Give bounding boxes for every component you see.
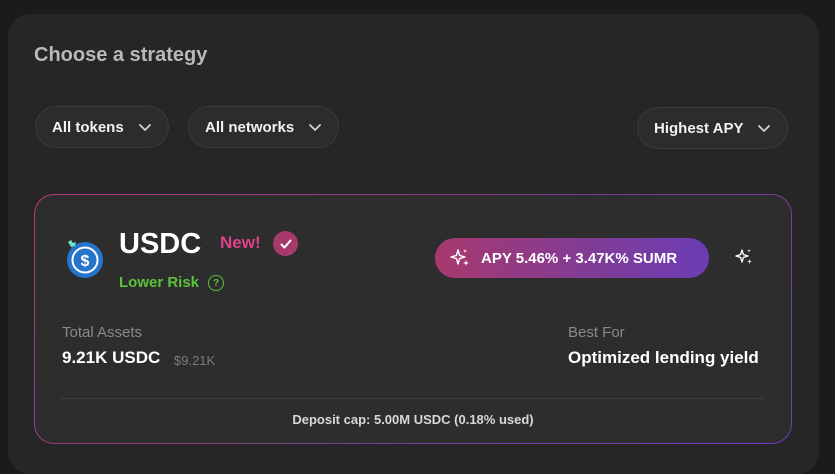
chevron-down-icon <box>758 125 771 132</box>
best-for-value: Optimized lending yield <box>568 348 759 367</box>
check-icon <box>273 231 298 256</box>
sort-label: Highest APY <box>654 119 744 137</box>
tokens-filter-label: All tokens <box>52 118 124 136</box>
deposit-cap-text: Deposit cap: 5.00M USDC (0.18% used) <box>292 412 534 427</box>
new-badge: New! <box>220 233 261 252</box>
total-assets-label: Total Assets <box>62 324 143 341</box>
risk-label: Lower Risk <box>119 274 200 291</box>
apy-badge[interactable]: APY 5.46% + 3.47K% SUMR <box>435 238 709 278</box>
strategy-panel: Choose a strategy All tokens All network… <box>8 14 819 474</box>
networks-filter-dropdown[interactable]: All networks <box>188 106 340 148</box>
usdc-logo-icon: $ <box>67 240 103 278</box>
best-for-label: Best For <box>568 324 625 341</box>
page-title: Choose a strategy <box>34 44 208 66</box>
sparkles-icon <box>450 249 469 266</box>
strategy-card[interactable]: $ USDC New! Lower Risk ? APY 5.46% + 3.4… <box>34 194 792 444</box>
total-assets-value: 9.21K USDC <box>62 348 161 367</box>
sparkles-icon[interactable] <box>733 246 755 268</box>
strategy-token-name: USDC <box>119 228 202 260</box>
tokens-filter-dropdown[interactable]: All tokens <box>35 106 169 148</box>
svg-text:$: $ <box>81 253 90 270</box>
chevron-down-icon <box>138 124 151 131</box>
networks-filter-label: All networks <box>205 118 295 136</box>
help-icon[interactable]: ? <box>208 275 224 291</box>
sort-dropdown[interactable]: Highest APY <box>637 107 789 149</box>
strategy-card-body: $ USDC New! Lower Risk ? APY 5.46% + 3.4… <box>35 195 791 443</box>
total-assets-usd: $9.21K <box>174 353 216 368</box>
apy-text: APY 5.46% + 3.47K% SUMR <box>481 249 678 267</box>
divider <box>61 398 765 399</box>
chevron-down-icon <box>309 124 322 131</box>
